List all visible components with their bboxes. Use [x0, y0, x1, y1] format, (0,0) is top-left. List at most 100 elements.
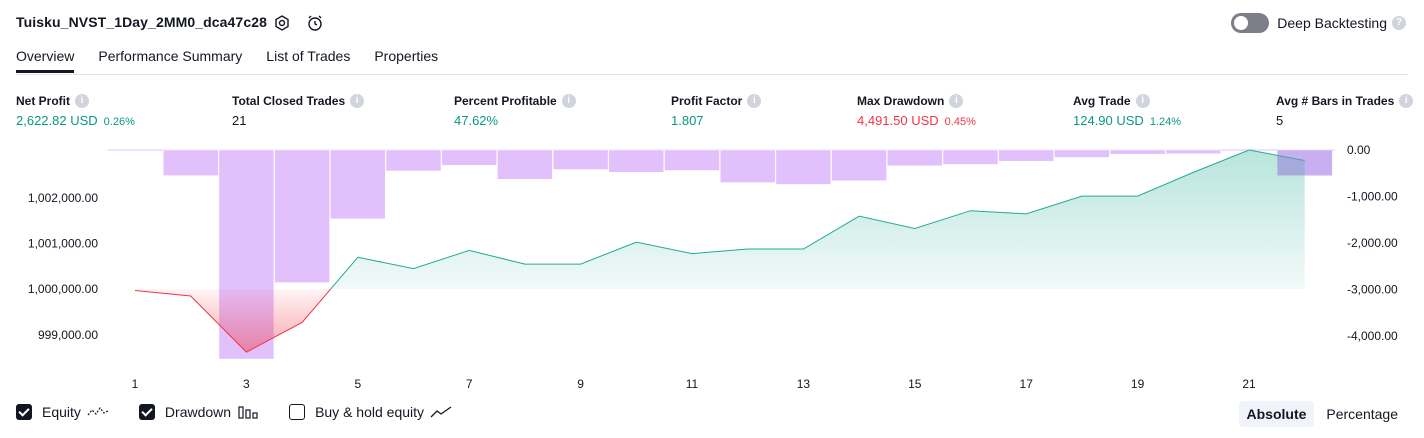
right-axis-tick-label: -1,000.00 — [1347, 190, 1398, 204]
legend-buy-hold-equity[interactable]: Buy & hold equity — [289, 404, 452, 420]
metric-label: Profit Factor — [671, 94, 743, 108]
drawdown-bar — [330, 149, 386, 220]
metric-percent: 0.45% — [944, 116, 976, 128]
metric-label: Avg Trade — [1073, 94, 1131, 108]
tab-performance-summary[interactable]: Performance Summary — [98, 48, 242, 73]
equity-line-icon — [87, 406, 109, 416]
deep-backtesting-label: Deep Backtesting — [1277, 15, 1387, 31]
settings-icon[interactable] — [273, 14, 291, 32]
drawdown-bar — [719, 149, 776, 183]
x-axis-tick-label: 1 — [132, 377, 139, 391]
tab-bar: Overview Performance Summary List of Tra… — [16, 48, 462, 73]
left-axis-tick-label: 1,000,000.00 — [28, 282, 98, 296]
drawdown-bar — [1165, 149, 1222, 154]
metric-total-closed-trades: Total Closed Trades i 21 — [232, 94, 365, 128]
info-icon[interactable]: i — [75, 94, 89, 108]
drawdown-bar — [887, 149, 943, 167]
metric-value: 2,622.82 USD — [16, 113, 98, 128]
left-axis-tick-label: 1,001,000.00 — [28, 237, 98, 251]
metric-value: 21 — [232, 113, 247, 128]
equity-checkbox[interactable] — [16, 404, 32, 420]
x-axis-tick-label: 19 — [1131, 377, 1145, 391]
chart-legend: Equity Drawdown Buy & hold equity — [16, 404, 482, 420]
metric-avg-trade: Avg Trade i 124.90 USD 1.24% — [1073, 94, 1181, 128]
tab-divider — [16, 74, 1408, 75]
buy-hold-checkbox[interactable] — [289, 404, 306, 420]
drawdown-bar — [831, 149, 887, 181]
x-axis-tick-label: 9 — [577, 377, 584, 391]
buy-hold-line-icon — [430, 406, 452, 418]
drawdown-bar — [1054, 149, 1110, 158]
equity-drawdown-chart[interactable]: 999,000.00 1,000,000.00 1,001,000.00 1,002,… — [0, 140, 1424, 400]
legend-drawdown[interactable]: Drawdown — [138, 404, 259, 420]
x-axis-tick-label: 13 — [797, 377, 811, 391]
percentage-button[interactable]: Percentage — [1318, 401, 1406, 427]
left-axis-tick-label: 1,002,000.00 — [28, 191, 98, 205]
metric-label: Percent Profitable — [454, 94, 557, 108]
drawdown-bar — [385, 149, 442, 172]
metric-profit-factor: Profit Factor i 1.807 — [671, 94, 762, 128]
right-axis-tick-label: -3,000.00 — [1347, 283, 1398, 297]
info-icon[interactable]: i — [350, 94, 365, 108]
x-axis-tick-label: 5 — [354, 377, 361, 391]
x-axis-tick-label: 17 — [1020, 377, 1034, 391]
drawdown-bars-icon — [238, 406, 258, 419]
metric-value: 124.90 USD — [1073, 113, 1144, 128]
drawdown-bar — [162, 149, 219, 176]
x-axis-tick-label: 15 — [908, 377, 922, 391]
tab-overview[interactable]: Overview — [16, 48, 75, 73]
metric-label: Total Closed Trades — [232, 94, 346, 108]
strategy-title: Tuisku_NVST_1Day_2MM0_dca47c28 — [16, 14, 267, 30]
left-axis: 999,000.00 1,000,000.00 1,001,000.00 1,002,… — [28, 191, 98, 342]
drawdown-bar — [664, 149, 720, 171]
drawdown-bar — [608, 149, 665, 173]
scale-mode-switch: Absolute Percentage — [1235, 401, 1407, 427]
tab-list-of-trades[interactable]: List of Trades — [266, 48, 350, 73]
deep-backtesting-toggle[interactable] — [1231, 13, 1270, 33]
tab-properties[interactable]: Properties — [374, 48, 438, 73]
drawdown-bar — [775, 149, 832, 185]
metric-label: Net Profit — [16, 94, 70, 108]
drawdown-bar — [942, 149, 999, 165]
info-icon[interactable]: i — [949, 94, 964, 108]
drawdown-checkbox[interactable] — [138, 404, 155, 420]
right-axis-tick-label: -2,000.00 — [1347, 236, 1398, 250]
drawdown-bar — [552, 149, 609, 170]
right-axis: 0.00 -1,000.00 -2,000.00 -3,000.00 -4,000.00 — [1347, 143, 1398, 343]
right-axis-tick-label: 0.00 — [1347, 143, 1371, 157]
x-axis-tick-label: 11 — [686, 377, 699, 391]
metric-value: 1.807 — [671, 113, 704, 128]
metric-percent-profitable: Percent Profitable i 47.62% — [454, 94, 576, 128]
metric-label: Max Drawdown — [857, 94, 945, 108]
help-icon[interactable]: ? — [1392, 16, 1406, 30]
info-icon[interactable]: i — [1399, 94, 1414, 108]
x-axis-tick-label: 7 — [466, 377, 473, 391]
drawdown-bar-overlay — [1277, 150, 1333, 176]
left-axis-tick-label: 999,000.00 — [38, 328, 98, 342]
buy-hold-label: Buy & hold equity — [315, 404, 425, 420]
absolute-button[interactable]: Absolute — [1238, 401, 1315, 427]
metric-value: 4,491.50 USD — [857, 113, 939, 128]
toggle-knob — [1234, 16, 1249, 30]
equity-label: Equity — [42, 404, 81, 420]
legend-equity[interactable]: Equity — [16, 404, 109, 420]
info-icon[interactable]: i — [747, 94, 762, 108]
metric-avg-bars-in-trades: Avg # Bars in Trades i 5 — [1276, 94, 1414, 128]
drawdown-bar — [497, 149, 553, 180]
metric-value: 47.62% — [454, 113, 499, 128]
x-axis-tick-label: 21 — [1242, 377, 1256, 391]
metric-max-drawdown: Max Drawdown i 4,491.50 USD 0.45% — [857, 94, 976, 128]
right-axis-tick-label: -4,000.00 — [1347, 329, 1398, 343]
info-icon[interactable]: i — [1135, 94, 1150, 108]
info-icon[interactable]: i — [561, 94, 576, 108]
drawdown-bar — [274, 149, 330, 283]
metric-label: Avg # Bars in Trades — [1276, 94, 1395, 108]
metric-percent: 0.26% — [103, 116, 135, 128]
drawdown-bar — [1109, 149, 1166, 155]
alert-clock-icon[interactable] — [306, 14, 324, 32]
deep-backtesting-control: Deep Backtesting ? — [1231, 13, 1406, 33]
drawdown-label: Drawdown — [164, 404, 232, 420]
drawdown-bar — [998, 149, 1054, 162]
x-axis-tick-label: 3 — [243, 377, 250, 391]
drawdown-bar — [441, 149, 497, 166]
